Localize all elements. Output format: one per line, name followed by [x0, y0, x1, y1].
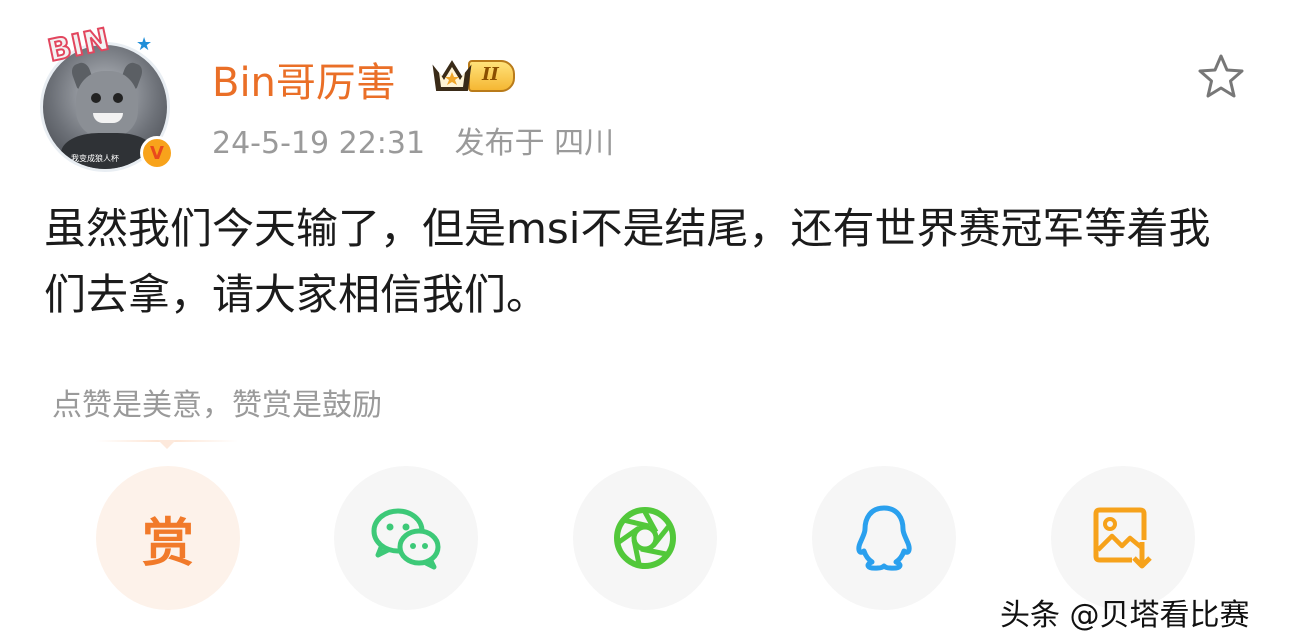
watermark: 头条 @贝塔看比赛	[1000, 598, 1250, 633]
username[interactable]: Bin哥厉害	[212, 50, 396, 108]
avatar-caption: 我变成狼人杯	[71, 154, 119, 163]
reward-label: 赏	[141, 513, 194, 574]
post-card: 我变成狼人杯 BIN ★ V Bin哥厉害 II 24-5-19 22:31 发…	[0, 0, 1290, 643]
save-image-icon	[1093, 507, 1152, 569]
avatar-face	[76, 71, 138, 137]
badge-star-icon: ★	[136, 34, 153, 55]
avatar[interactable]: 我变成狼人杯 BIN ★ V	[36, 21, 174, 172]
avatar-eye-right	[113, 93, 123, 103]
save-image-button[interactable]	[1051, 466, 1195, 610]
qq-icon	[856, 505, 912, 571]
share-qq-button[interactable]	[812, 466, 956, 610]
reward-button[interactable]: 赏	[96, 466, 240, 610]
tip-caret-icon	[158, 440, 176, 449]
verified-badge: V	[140, 136, 174, 170]
moments-icon	[614, 507, 676, 569]
post-text: 虽然我们今天输了，但是msi不是结尾，还有世界赛冠军等着我们去拿，请大家相信我们…	[44, 204, 1211, 319]
avatar-eye-left	[91, 93, 101, 103]
vip-level: II	[468, 60, 515, 92]
crown-icon	[430, 58, 474, 94]
favorite-star-icon[interactable]	[1196, 52, 1246, 102]
post-timestamp: 24-5-19 22:31	[212, 126, 426, 161]
post-location: 发布于 四川	[454, 126, 615, 161]
share-wechat-button[interactable]	[334, 466, 478, 610]
vip-badge[interactable]: II	[430, 58, 515, 94]
post-meta: 24-5-19 22:31 发布于 四川	[212, 118, 614, 162]
reward-tip: 点赞是美意，赞赏是鼓励	[52, 388, 382, 423]
share-moments-button[interactable]	[573, 466, 717, 610]
wechat-icon	[371, 508, 441, 570]
